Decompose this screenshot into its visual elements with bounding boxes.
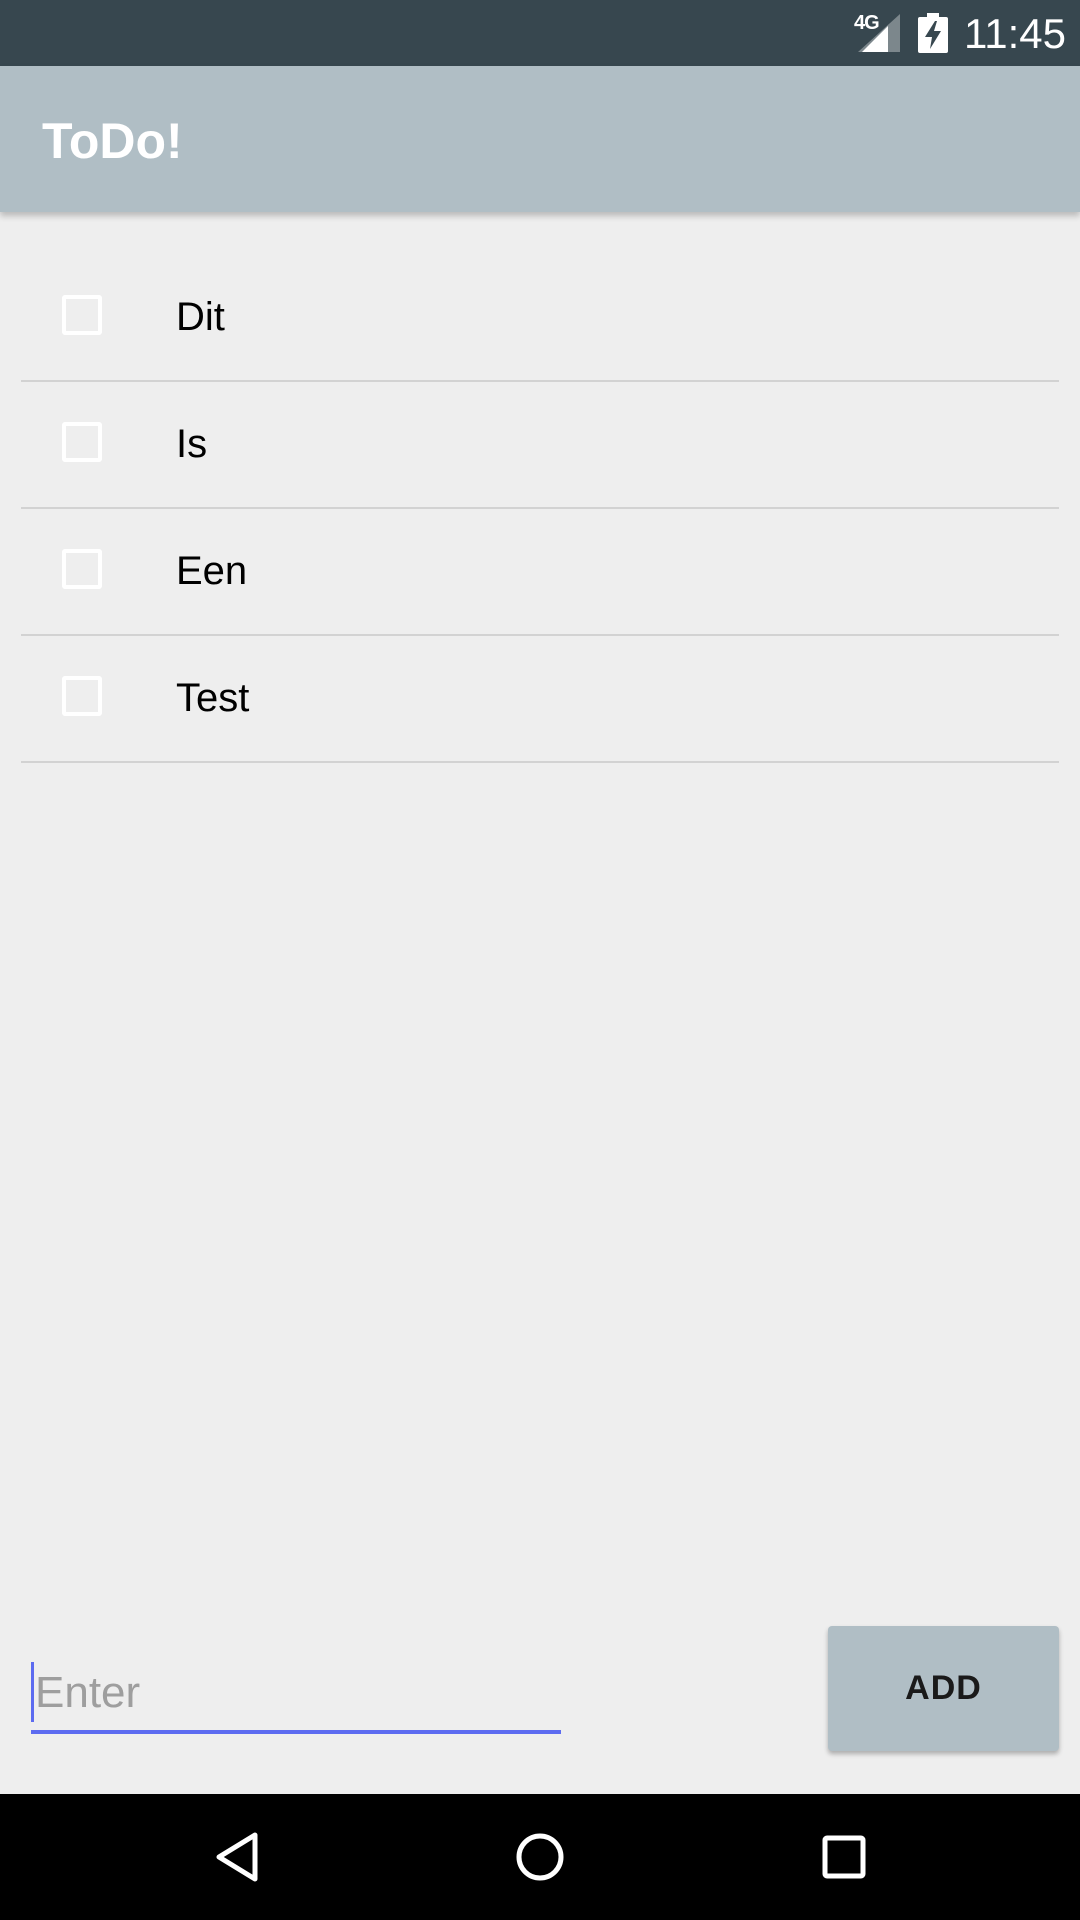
battery-charging-icon — [918, 13, 948, 53]
back-button[interactable] — [157, 1794, 317, 1920]
navigation-bar — [0, 1794, 1080, 1920]
todo-item-label: Dit — [176, 295, 225, 339]
recents-icon — [822, 1835, 866, 1879]
status-clock: 11:45 — [964, 10, 1066, 57]
todo-list: Dit Is Een Test — [21, 255, 1059, 763]
recents-button[interactable] — [764, 1794, 924, 1920]
list-item[interactable]: Een — [21, 509, 1059, 636]
todo-input-field[interactable] — [31, 1656, 561, 1734]
app-title: ToDo! — [42, 113, 183, 169]
network-type-label: 4G — [854, 12, 880, 34]
home-button[interactable] — [460, 1794, 620, 1920]
todo-checkbox[interactable] — [62, 422, 102, 462]
todo-item-label: Een — [176, 549, 248, 593]
add-button[interactable]: ADD — [828, 1626, 1059, 1751]
todo-item-label: Test — [176, 676, 250, 720]
todo-checkbox[interactable] — [62, 676, 102, 716]
back-icon — [216, 1832, 258, 1882]
text-caret — [31, 1662, 34, 1722]
todo-item-label: Is — [176, 422, 208, 466]
todo-checkbox[interactable] — [62, 549, 102, 589]
status-bar: 4G 11:45 — [0, 0, 1080, 66]
home-icon — [516, 1833, 564, 1881]
app-bar: ToDo! — [0, 66, 1080, 212]
list-item[interactable]: Is — [21, 382, 1059, 509]
list-item[interactable]: Test — [21, 636, 1059, 763]
list-item[interactable]: Dit — [21, 255, 1059, 382]
todo-checkbox[interactable] — [62, 295, 102, 335]
